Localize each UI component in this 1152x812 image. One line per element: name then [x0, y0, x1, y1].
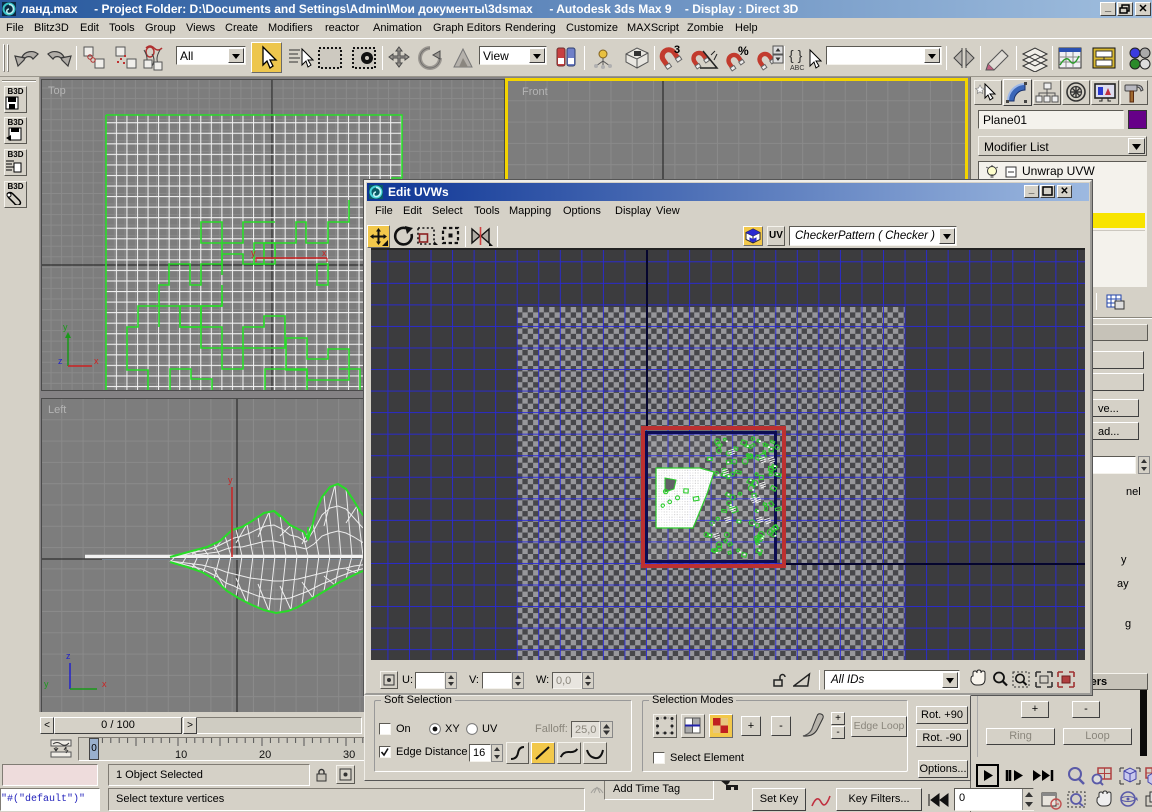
svg-text:30: 30: [343, 749, 355, 761]
svg-text:Left: Left: [48, 404, 66, 416]
svg-text:Front: Front: [522, 86, 548, 98]
svg-text:x: x: [322, 248, 327, 258]
svg-text:x: x: [94, 356, 99, 366]
svg-text:y: y: [63, 322, 68, 332]
svg-text:{ }: { }: [789, 47, 803, 63]
svg-text:3: 3: [674, 44, 680, 56]
svg-text:z: z: [58, 356, 63, 366]
svg-text:Top: Top: [48, 85, 66, 97]
svg-text:%: %: [738, 44, 749, 58]
svg-text:y: y: [44, 679, 49, 689]
svg-text:10: 10: [175, 749, 187, 761]
svg-text:z: z: [66, 651, 71, 661]
svg-text:x: x: [102, 679, 107, 689]
svg-text:y: y: [228, 475, 233, 485]
svg-text:ABC: ABC: [790, 65, 804, 72]
svg-text:y: y: [251, 248, 256, 258]
svg-text:20: 20: [259, 749, 271, 761]
